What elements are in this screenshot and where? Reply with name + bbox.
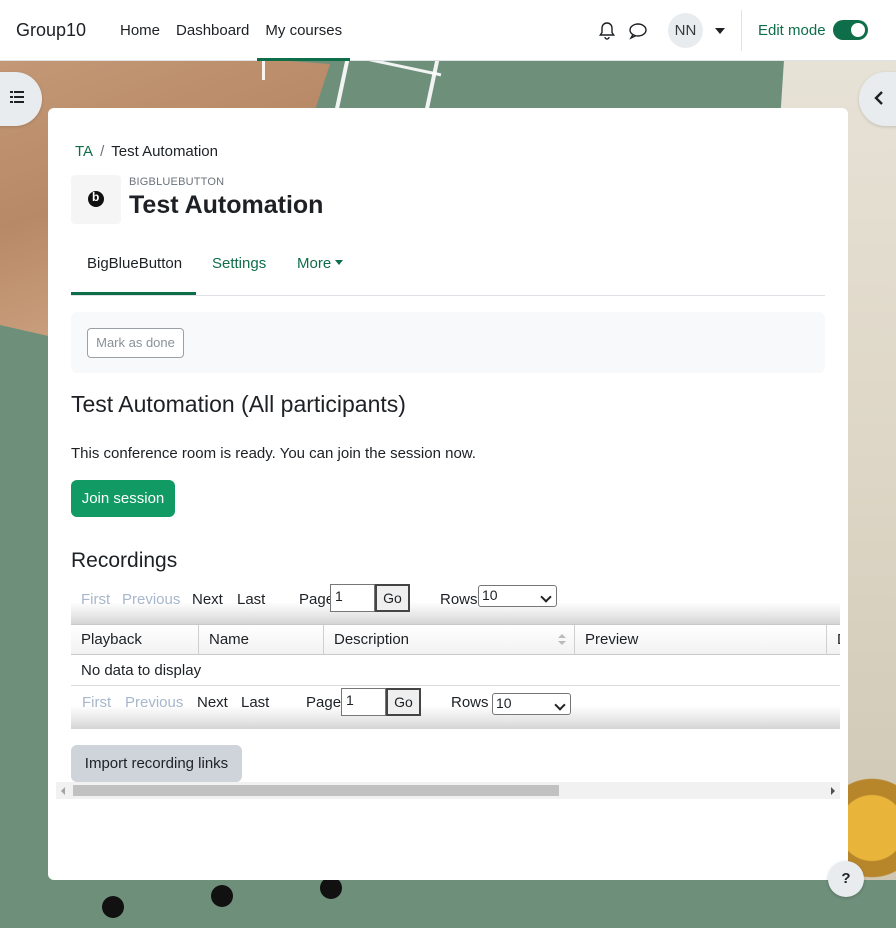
edit-mode-label: Edit mode (758, 22, 826, 39)
help-button[interactable]: ? (828, 861, 864, 897)
edit-mode-toggle[interactable] (833, 20, 868, 40)
pager-next-link[interactable]: Next (192, 591, 223, 608)
top-navbar: Group10 Home Dashboard My courses NN Edi… (0, 0, 896, 61)
pager-go-button[interactable]: Go (375, 584, 410, 612)
breadcrumb-item-current: Test Automation (111, 143, 218, 160)
navbar-divider (741, 10, 742, 51)
tab-more[interactable]: More (297, 255, 344, 272)
pager-rows-select[interactable]: 10 (492, 693, 571, 715)
sort-icon (558, 634, 566, 646)
pager-previous-link[interactable]: Previous (122, 591, 180, 608)
bigbluebutton-icon (71, 175, 121, 224)
nav-home[interactable]: Home (112, 0, 168, 61)
breadcrumb-separator: / (100, 143, 105, 160)
column-header-playback[interactable]: Playback (71, 625, 199, 655)
pager-previous-link[interactable]: Previous (125, 694, 183, 711)
pager-go-button[interactable]: Go (386, 688, 421, 716)
column-header-preview[interactable]: Preview (575, 625, 827, 655)
chat-icon[interactable] (628, 22, 648, 40)
column-header-description[interactable]: Description (324, 625, 575, 655)
pager-next-link[interactable]: Next (197, 694, 228, 711)
caret-down-icon (335, 260, 344, 265)
chevron-down-icon[interactable] (715, 28, 725, 34)
list-icon (10, 91, 24, 103)
mark-as-done-button[interactable]: Mark as done (87, 328, 184, 358)
pager-last-link[interactable]: Last (237, 591, 265, 608)
nav-my-courses[interactable]: My courses (257, 0, 350, 61)
column-header-description-label: Description (334, 631, 410, 648)
site-brand[interactable]: Group10 (16, 20, 86, 41)
scroll-left-icon[interactable] (61, 787, 65, 795)
pager-first-link[interactable]: First (81, 591, 110, 608)
tab-bigbluebutton[interactable]: BigBlueButton (87, 255, 182, 272)
join-session-button[interactable]: Join session (71, 480, 175, 517)
pager-last-link[interactable]: Last (241, 694, 269, 711)
background-line (424, 60, 440, 110)
pager-page-input[interactable]: 1 (341, 688, 386, 716)
scrollbar-thumb[interactable] (73, 785, 559, 796)
background-line (334, 60, 350, 110)
nav-dashboard[interactable]: Dashboard (168, 0, 257, 61)
bell-icon[interactable] (598, 21, 616, 41)
activity-completion-panel: Mark as done (71, 312, 825, 373)
main-content-card: TA / Test Automation BIGBLUEBUTTON Test Au… (48, 108, 848, 880)
active-tab-indicator (71, 292, 196, 295)
recordings-pager-bottom: First Previous Next Last Page 1 Go Rows … (71, 686, 840, 729)
pager-rows-select[interactable]: 10 (478, 585, 557, 607)
page-title: Test Automation (129, 191, 324, 219)
column-header-name[interactable]: Name (199, 625, 324, 655)
column-header-date[interactable]: D (827, 625, 840, 655)
pager-first-link[interactable]: First (82, 694, 111, 711)
pager-page-label: Page (306, 694, 342, 711)
tab-settings[interactable]: Settings (212, 255, 266, 272)
background-dot (320, 877, 342, 899)
background-dot (211, 885, 233, 907)
breadcrumb-item-ta[interactable]: TA (75, 143, 93, 160)
recordings-pager-top: First Previous Next Last Page 1 Go Rows … (71, 584, 840, 624)
tab-more-label: More (297, 255, 332, 272)
background-line (262, 60, 265, 80)
primary-navigation: Home Dashboard My courses (112, 0, 350, 61)
scroll-right-icon[interactable] (831, 787, 835, 795)
pager-page-label: Page (299, 591, 335, 608)
secondary-navigation: BigBlueButton Settings More (71, 235, 825, 296)
chevron-left-icon (874, 91, 883, 105)
user-avatar[interactable]: NN (668, 13, 703, 48)
breadcrumb: TA / Test Automation (75, 143, 218, 160)
horizontal-scrollbar[interactable] (56, 782, 840, 799)
module-type-label: BIGBLUEBUTTON (129, 176, 225, 188)
import-recording-links-button[interactable]: Import recording links (71, 745, 242, 782)
background-dot (102, 896, 124, 918)
recordings-table: First Previous Next Last Page 1 Go Rows … (71, 584, 840, 729)
empty-table-message: No data to display (71, 655, 840, 686)
recordings-heading: Recordings (71, 549, 178, 572)
pager-page-input[interactable]: 1 (330, 584, 375, 612)
session-status-text: This conference room is ready. You can j… (71, 445, 476, 462)
recordings-table-header: Playback Name Description Preview D (71, 624, 840, 655)
pager-rows-label: Rows (440, 591, 478, 608)
pager-rows-label: Rows (451, 694, 489, 711)
session-title: Test Automation (All participants) (71, 391, 406, 417)
